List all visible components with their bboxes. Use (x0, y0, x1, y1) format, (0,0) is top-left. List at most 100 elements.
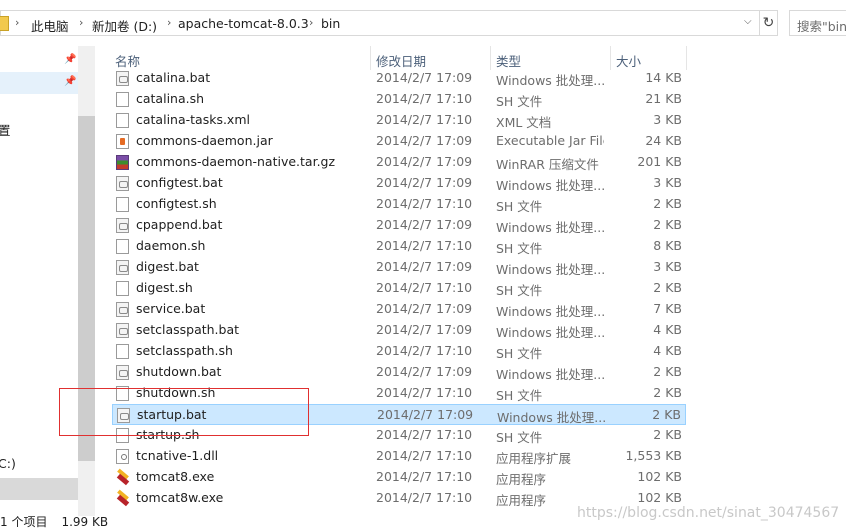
file-size: 21 KB (645, 91, 682, 106)
nav-item-hovered[interactable] (0, 478, 78, 500)
file-row[interactable]: digest.sh 2014/2/7 17:10 SH 文件 2 KB (112, 278, 686, 299)
jar-icon (116, 134, 129, 149)
file-date: 2014/2/7 17:09 (376, 217, 473, 232)
file-date: 2014/2/7 17:09 (376, 133, 473, 148)
batch-file-icon (116, 218, 129, 233)
file-type: 应用程序 (496, 472, 547, 487)
file-type: Windows 批处理... (496, 367, 604, 382)
file-type: Windows 批处理... (496, 304, 604, 319)
refresh-icon[interactable]: ↻ (760, 10, 778, 36)
file-size: 102 KB (637, 490, 682, 505)
file-row[interactable]: catalina-tasks.xml 2014/2/7 17:10 XML 文档 3 … (112, 110, 686, 131)
file-date: 2014/2/7 17:09 (376, 70, 473, 85)
file-row[interactable]: catalina.bat 2014/2/7 17:09 Windows 批处理...… (112, 68, 686, 89)
file-name: tomcat8.exe (136, 469, 215, 484)
file-date: 2014/2/7 17:10 (376, 385, 473, 400)
file-row[interactable]: shutdown.bat 2014/2/7 17:09 Windows 批处理...… (112, 362, 686, 383)
file-name: service.bat (136, 301, 206, 316)
file-date: 2014/2/7 17:10 (376, 238, 473, 253)
tomcat-exe-icon (116, 470, 129, 485)
annotation-box (59, 388, 309, 436)
file-row[interactable]: cpappend.bat 2014/2/7 17:09 Windows 批处理...… (112, 215, 686, 236)
folder-icon (0, 16, 9, 31)
file-name: cpappend.bat (136, 217, 223, 232)
address-bar[interactable]: › 此电脑 › 新加卷 (D:) › apache-tomcat-8.0.3 ›… (0, 10, 760, 36)
file-row[interactable]: configtest.bat 2014/2/7 17:09 Windows 批处理.… (112, 173, 686, 194)
batch-file-icon (116, 71, 129, 86)
file-size: 201 KB (637, 154, 682, 169)
file-type: Windows 批处理... (496, 178, 604, 193)
batch-file-icon (116, 302, 129, 317)
breadcrumb-bin[interactable]: bin (321, 16, 340, 31)
file-name: tcnative-1.dll (136, 448, 219, 463)
nav-scrollbar[interactable] (78, 46, 95, 516)
file-type: SH 文件 (496, 283, 543, 298)
nav-item-quick-access-1[interactable]: 📌 (0, 50, 78, 72)
document-icon (116, 239, 129, 254)
file-size: 2 KB (653, 196, 682, 211)
search-input[interactable]: 搜索"bin" (789, 10, 846, 36)
column-divider[interactable] (610, 46, 611, 70)
file-row[interactable]: service.bat 2014/2/7 17:09 Windows 批处理... 7… (112, 299, 686, 320)
breadcrumb-this-pc[interactable]: 此电脑 (31, 16, 69, 35)
file-row[interactable]: tomcat8.exe 2014/2/7 17:10 应用程序 102 KB (112, 467, 686, 488)
file-row[interactable]: configtest.sh 2014/2/7 17:10 SH 文件 2 KB (112, 194, 686, 215)
file-size: 8 KB (653, 238, 682, 253)
breadcrumb-separator-icon[interactable]: › (15, 16, 19, 29)
column-divider[interactable] (370, 46, 371, 70)
file-row[interactable]: digest.bat 2014/2/7 17:09 Windows 批处理... 3 … (112, 257, 686, 278)
file-size: 2 KB (653, 217, 682, 232)
file-type: SH 文件 (496, 388, 543, 403)
nav-item-label: C:) (0, 456, 16, 471)
breadcrumb-separator-icon[interactable]: › (79, 16, 83, 29)
file-date: 2014/2/7 17:10 (376, 448, 473, 463)
file-date: 2014/2/7 17:10 (376, 112, 473, 127)
nav-item-quick-access-2[interactable]: 📌 (0, 72, 78, 94)
file-row[interactable]: setclasspath.bat 2014/2/7 17:09 Windows 批处… (112, 320, 686, 341)
file-size: 14 KB (645, 70, 682, 85)
breadcrumb-drive-d[interactable]: 新加卷 (D:) (92, 16, 157, 35)
file-name: setclasspath.sh (136, 343, 233, 358)
file-type: SH 文件 (496, 430, 543, 445)
file-type: Windows 批处理... (497, 410, 605, 425)
document-icon (116, 197, 129, 212)
file-type: Windows 批处理... (496, 325, 604, 340)
file-date: 2014/2/7 17:10 (376, 469, 473, 484)
column-divider[interactable] (490, 46, 491, 70)
batch-file-icon (116, 323, 129, 338)
pin-icon[interactable]: 📌 (64, 76, 76, 87)
address-dropdown-icon[interactable]: ⌵ (744, 16, 752, 27)
breadcrumb-separator-icon[interactable]: › (309, 16, 313, 29)
watermark: https://blog.csdn.net/sinat_30474567 (577, 505, 840, 521)
file-name: shutdown.bat (136, 364, 222, 379)
file-date: 2014/2/7 17:09 (376, 301, 473, 316)
pin-icon[interactable]: 📌 (64, 54, 76, 65)
nav-item-settings[interactable]: 置 (0, 120, 78, 142)
file-type: 应用程序扩展 (496, 451, 572, 466)
file-size: 3 KB (653, 175, 682, 190)
status-bar: 1 个项目 1.99 KB (0, 513, 122, 530)
file-type: Windows 批处理... (496, 262, 604, 277)
document-icon (116, 113, 129, 128)
file-date: 2014/2/7 17:09 (376, 364, 473, 379)
file-row[interactable]: setclasspath.sh 2014/2/7 17:10 SH 文件 4 KB (112, 341, 686, 362)
file-row[interactable]: commons-daemon.jar 2014/2/7 17:09 Executab… (112, 131, 686, 152)
file-name: tomcat8w.exe (136, 490, 224, 505)
file-row[interactable]: tcnative-1.dll 2014/2/7 17:10 应用程序扩展 1,553 … (112, 446, 686, 467)
document-icon (116, 92, 129, 107)
file-date: 2014/2/7 17:10 (376, 427, 473, 442)
file-row[interactable]: catalina.sh 2014/2/7 17:10 SH 文件 21 KB (112, 89, 686, 110)
file-name: configtest.bat (136, 175, 223, 190)
file-row[interactable]: daemon.sh 2014/2/7 17:10 SH 文件 8 KB (112, 236, 686, 257)
file-row[interactable]: commons-daemon-native.tar.gz 2014/2/7 17:… (112, 152, 686, 173)
file-type: Windows 批处理... (496, 220, 604, 235)
file-date: 2014/2/7 17:09 (376, 322, 473, 337)
file-name: commons-daemon.jar (136, 133, 273, 148)
column-divider[interactable] (686, 46, 687, 70)
file-size: 2 KB (652, 407, 681, 422)
nav-item-drive-c[interactable]: C:) (0, 456, 78, 478)
file-type: SH 文件 (496, 346, 543, 361)
file-size: 7 KB (653, 301, 682, 316)
breadcrumb-separator-icon[interactable]: › (167, 16, 171, 29)
breadcrumb-tomcat[interactable]: apache-tomcat-8.0.3 (178, 16, 309, 31)
